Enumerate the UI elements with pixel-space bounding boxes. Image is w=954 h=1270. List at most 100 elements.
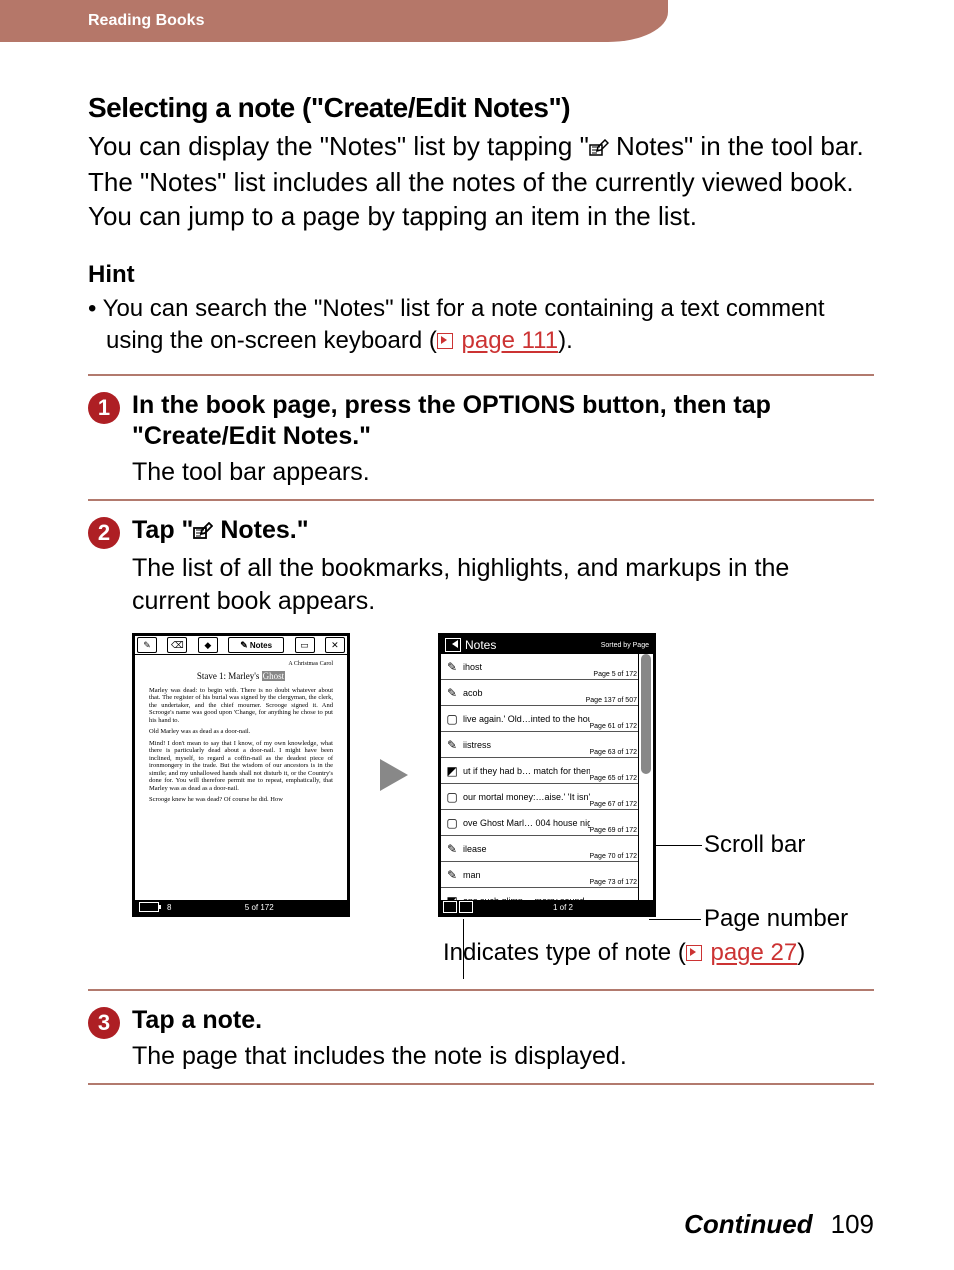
page-content: Selecting a note ("Create/Edit Notes") Y… xyxy=(0,42,954,1085)
scrollbar-thumb xyxy=(641,654,651,774)
note-page: Page 70 of 172 xyxy=(590,853,638,860)
note-text: ut if they had b… match for them xyxy=(463,766,590,776)
book-para: Old Marley was as dead as a door-nail. xyxy=(149,728,333,735)
separator xyxy=(88,499,874,501)
book-para: Marley was dead: to begin with. There is… xyxy=(149,687,333,724)
link-icon[interactable] xyxy=(686,945,702,961)
view-icons xyxy=(443,901,473,913)
status-bar: 1 of 2 xyxy=(441,900,653,914)
step3-desc: The page that includes the note is displ… xyxy=(132,1040,874,1073)
note-page: Page 65 of 172 xyxy=(590,775,638,782)
close-icon: ✕ xyxy=(325,637,345,653)
callout-scroll-text: Scroll bar xyxy=(704,831,805,858)
step2-title: Tap " Notes." xyxy=(132,515,874,548)
hint-text-2: ). xyxy=(558,327,573,354)
callout-page-text: Page number xyxy=(704,905,848,932)
book-body: A Christmas Carol Stave 1: Marley's Ghos… xyxy=(135,655,347,814)
running-head: A Christmas Carol xyxy=(149,661,333,667)
list-item: ▢our mortal money:…aise.' 'It isn't tPag… xyxy=(441,784,639,810)
note-page: Page 73 of 172 xyxy=(590,879,638,886)
step3-title: Tap a note. xyxy=(132,1005,874,1036)
note-type-icon: ✎ xyxy=(441,686,463,700)
top-banner: Reading Books xyxy=(0,0,668,42)
continued-label: Continued xyxy=(684,1209,813,1239)
step2-title-2: ." xyxy=(290,516,309,544)
page-number: 109 xyxy=(831,1209,874,1239)
page-footer: Continued 109 xyxy=(684,1209,874,1240)
titlebar-label: Notes xyxy=(465,638,597,652)
figure-area: ✎ ⌫ ◆ ✎Notes ▭ ✕ A Christmas Carol Stave… xyxy=(88,633,874,967)
step-number-3: 3 xyxy=(88,1007,120,1039)
notes-list: ✎ihostPage 5 of 172 ✎acobPage 137 of 507… xyxy=(441,654,639,900)
highlighted-word: Ghost xyxy=(262,671,286,681)
link-icon[interactable] xyxy=(437,333,453,349)
caption-link[interactable]: page 27 xyxy=(710,939,797,966)
caption-text-2: ) xyxy=(797,939,805,966)
step2-desc: The list of all the bookmarks, highlight… xyxy=(132,552,874,617)
step1-desc: The tool bar appears. xyxy=(132,456,874,489)
list-item: ✎iistressPage 63 of 172 xyxy=(441,732,639,758)
screenshot-book-page: ✎ ⌫ ◆ ✎Notes ▭ ✕ A Christmas Carol Stave… xyxy=(132,633,350,917)
note-type-icon: ▢ xyxy=(441,816,463,830)
note-type-caption: Indicates type of note ( page 27) xyxy=(443,939,874,967)
note-icon xyxy=(589,132,609,166)
back-icon xyxy=(445,638,461,652)
note-type-icon: ◩ xyxy=(441,764,463,778)
book-para: Scrooge knew he was dead? Of course he d… xyxy=(149,796,333,803)
toolbar-notes-label: Notes xyxy=(250,641,272,650)
screenshot-notes-list: Notes Sorted by Page ✎ihostPage 5 of 172… xyxy=(438,633,656,917)
list-item: ◩aps such glimp… merry sound, oPage 87 o… xyxy=(441,888,639,900)
intro-paragraph: You can display the "Notes" list by tapp… xyxy=(88,130,874,233)
leader-line xyxy=(463,919,464,979)
list-item: ✎ihostPage 5 of 172 xyxy=(441,654,639,680)
note-page: Page 5 of 172 xyxy=(593,671,637,678)
step-number-1: 1 xyxy=(88,392,120,424)
titlebar: Notes Sorted by Page xyxy=(441,636,653,654)
note-icon xyxy=(193,517,213,548)
note-text: iistress xyxy=(463,740,590,750)
list-page-indicator: 1 of 2 xyxy=(473,903,653,912)
hint-list: You can search the "Notes" list for a no… xyxy=(88,293,874,355)
note-type-icon: ✎ xyxy=(441,868,463,882)
step-3: 3 Tap a note. The page that includes the… xyxy=(88,1005,874,1073)
list-item: ✎acobPage 137 of 507 xyxy=(441,680,639,706)
step1-title: In the book page, press the OPTIONS butt… xyxy=(132,390,874,453)
page-heading: Selecting a note ("Create/Edit Notes") xyxy=(88,92,874,124)
step-2: 2 Tap " Notes." The list of all the book… xyxy=(88,515,874,617)
note-text: live again.' Old…inted to the hour xyxy=(463,714,590,724)
note-type-icon: ✎ xyxy=(441,842,463,856)
caption-text-1: Indicates type of note ( xyxy=(443,939,686,966)
note-text: acob xyxy=(463,688,586,698)
toolbar-notes-button: ✎Notes xyxy=(228,637,284,653)
toolbar: ✎ ⌫ ◆ ✎Notes ▭ ✕ xyxy=(135,636,347,655)
battery-icon xyxy=(139,902,159,912)
step2-title-notes: Notes xyxy=(213,516,289,544)
arrow-icon xyxy=(380,759,408,791)
note-page: Page 63 of 172 xyxy=(590,749,638,756)
callout-scrollbar: Scroll bar xyxy=(704,831,805,859)
page-indicator: 5 of 172 xyxy=(171,903,347,912)
note-text: man xyxy=(463,870,590,880)
step-number-2: 2 xyxy=(88,517,120,549)
status-bar: 8 5 of 172 xyxy=(135,900,347,914)
list-item: ✎ileasePage 70 of 172 xyxy=(441,836,639,862)
list-item: ▢live again.' Old…inted to the hourPage … xyxy=(441,706,639,732)
eraser-icon: ⌫ xyxy=(167,637,187,653)
sort-label: Sorted by Page xyxy=(601,642,649,649)
book-icon: ▭ xyxy=(295,637,315,653)
chapter-title: Stave 1: Marley's Ghost xyxy=(149,671,333,681)
scrollbar-track xyxy=(638,654,653,900)
pen-icon: ✎ xyxy=(137,637,157,653)
note-text: our mortal money:…aise.' 'It isn't t xyxy=(463,792,590,802)
list-item: ✎manPage 73 of 172 xyxy=(441,862,639,888)
separator xyxy=(88,989,874,991)
note-text: ihost xyxy=(463,662,593,672)
note-type-icon: ✎ xyxy=(441,660,463,674)
hint-link[interactable]: page 111 xyxy=(462,327,559,354)
separator xyxy=(88,374,874,376)
note-page: Page 61 of 172 xyxy=(590,723,638,730)
note-page: Page 69 of 172 xyxy=(590,827,638,834)
note-text: ilease xyxy=(463,844,590,854)
separator xyxy=(88,1083,874,1085)
note-text: ove Ghost Marl… 004 house night xyxy=(463,818,590,828)
